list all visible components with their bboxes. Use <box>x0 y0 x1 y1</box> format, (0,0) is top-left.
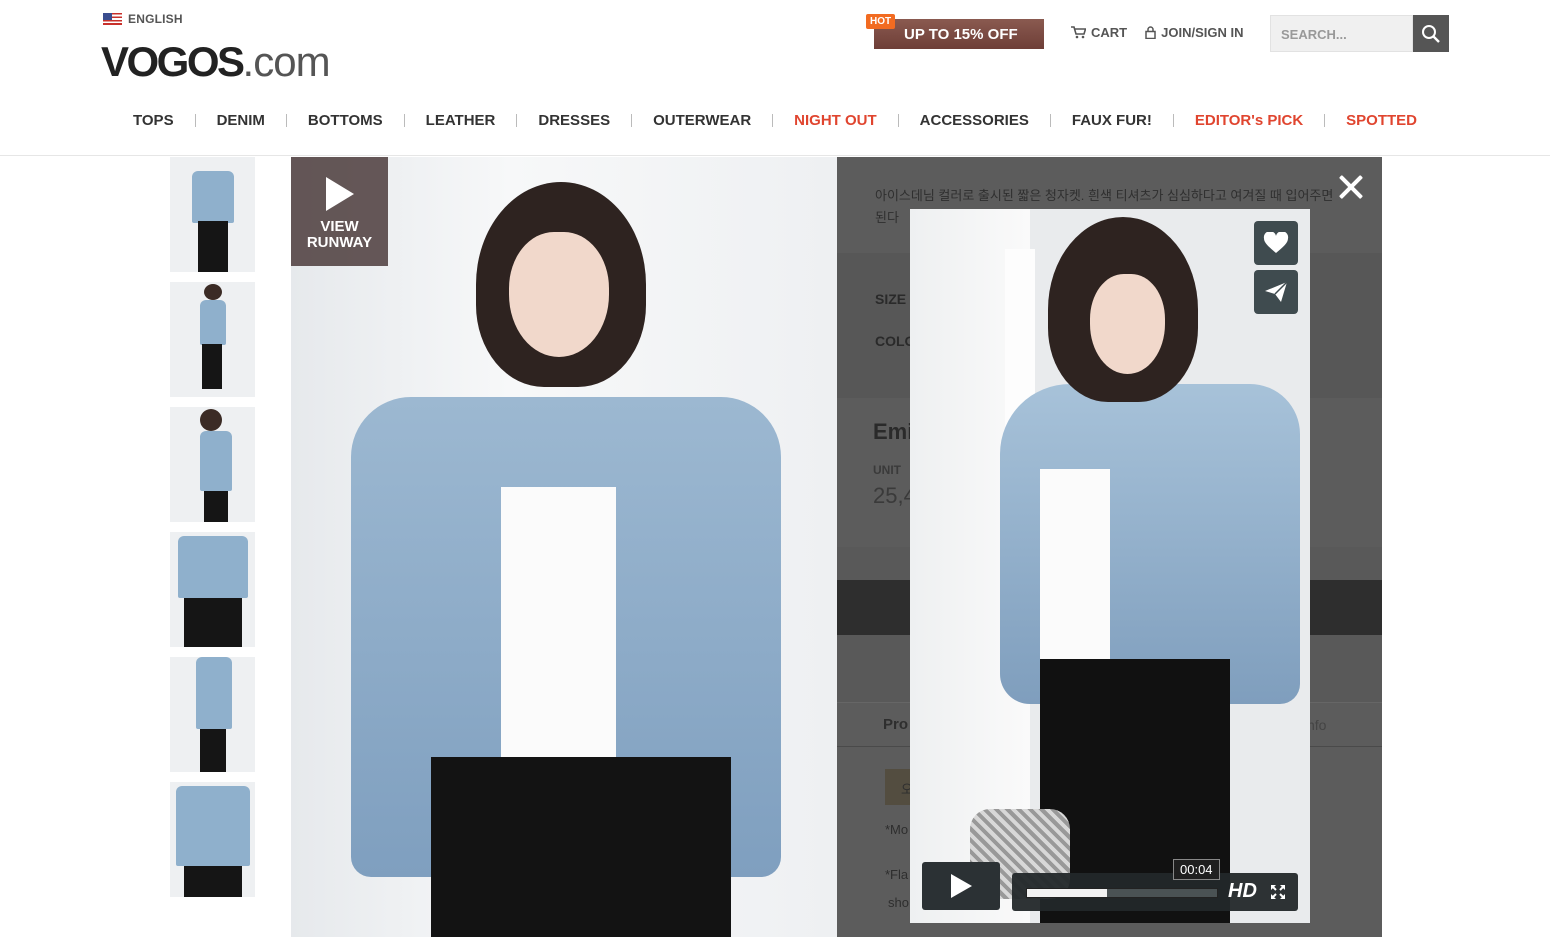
video-model-face <box>1090 274 1165 374</box>
fullscreen-icon[interactable] <box>1270 884 1286 900</box>
note-model: *Mo <box>885 822 909 837</box>
lock-icon <box>1145 26 1156 39</box>
search-button[interactable] <box>1413 15 1449 52</box>
logo-main: VOGOS <box>101 38 245 85</box>
video-model-shirt <box>1040 469 1110 669</box>
main-nav: TOPS DENIM BOTTOMS LEATHER DRESSES OUTER… <box>112 112 1438 129</box>
hot-badge: HOT <box>866 14 896 29</box>
us-flag-icon <box>103 13 122 25</box>
site-logo[interactable]: VOGOS.com <box>101 38 331 86</box>
thumbnail[interactable] <box>170 282 255 397</box>
share-button[interactable] <box>1254 270 1298 314</box>
size-label: SIZE <box>875 291 907 307</box>
promo-banner[interactable]: UP TO 15% OFF HOT <box>866 14 1044 50</box>
play-icon <box>951 874 972 898</box>
cart-link[interactable]: CART <box>1070 25 1127 40</box>
video-play-button[interactable] <box>922 862 1000 910</box>
play-icon <box>325 177 354 211</box>
runway-line2: RUNWAY <box>306 234 373 251</box>
nav-bottoms[interactable]: BOTTOMS <box>287 112 404 129</box>
search-input[interactable]: SEARCH... <box>1270 15 1413 52</box>
like-button[interactable] <box>1254 221 1298 265</box>
nav-editors-pick[interactable]: EDITOR's PICK <box>1174 112 1324 129</box>
model-pants <box>431 757 731 937</box>
nav-denim[interactable]: DENIM <box>196 112 286 129</box>
view-runway-button[interactable]: VIEW RUNWAY <box>291 157 388 266</box>
logo-domain: .com <box>242 38 331 85</box>
main-product-image[interactable] <box>291 157 837 937</box>
nav-faux-fur[interactable]: FAUX FUR! <box>1051 112 1173 129</box>
runway-line1: VIEW <box>320 218 359 235</box>
language-selector[interactable]: ENGLISH <box>103 12 183 26</box>
promo-text: UP TO 15% OFF <box>874 19 1044 49</box>
nav-spotted[interactable]: SPOTTED <box>1325 112 1438 129</box>
video-time: 00:04 <box>1173 859 1220 880</box>
cart-icon <box>1071 26 1086 39</box>
thumbnail[interactable] <box>170 782 255 897</box>
join-signin-link[interactable]: JOIN/SIGN IN <box>1145 25 1243 40</box>
search-bar: SEARCH... <box>1270 15 1449 52</box>
tab-product[interactable]: Pro <box>883 716 908 733</box>
runway-video-player[interactable] <box>910 209 1310 923</box>
heart-icon <box>1263 232 1289 253</box>
close-overlay-button[interactable] <box>1337 173 1365 201</box>
video-controls: 00:04 HD <box>922 859 1298 911</box>
thumbnail[interactable] <box>170 407 255 522</box>
language-label: ENGLISH <box>128 12 183 26</box>
thumbnail[interactable] <box>170 532 255 647</box>
join-label: JOIN/SIGN IN <box>1161 25 1244 40</box>
note-flash: *Fla <box>885 867 909 882</box>
top-links: CART JOIN/SIGN IN <box>1070 25 1243 40</box>
unit-label: UNIT <box>873 463 901 477</box>
video-progress-fill <box>1027 889 1107 897</box>
thumbnail[interactable] <box>170 157 255 272</box>
video-progress-track[interactable] <box>1026 888 1218 898</box>
nav-tops[interactable]: TOPS <box>112 112 195 129</box>
nav-leather[interactable]: LEATHER <box>405 112 517 129</box>
cart-label: CART <box>1091 25 1128 40</box>
search-icon <box>1422 24 1440 43</box>
product-name: Emi <box>873 419 914 444</box>
nav-dresses[interactable]: DRESSES <box>517 112 631 129</box>
hd-toggle[interactable]: HD <box>1228 880 1257 903</box>
site-header: ENGLISH VOGOS.com UP TO 15% OFF HOT CART… <box>0 0 1550 156</box>
model-face <box>509 232 609 357</box>
video-control-bar: 00:04 HD <box>1012 859 1298 911</box>
nav-outerwear[interactable]: OUTERWEAR <box>632 112 772 129</box>
send-icon <box>1265 281 1288 302</box>
thumbnail-list <box>170 157 255 907</box>
nav-night-out[interactable]: NIGHT OUT <box>773 112 898 129</box>
product-page: ENGLISH VOGOS.com UP TO 15% OFF HOT CART… <box>0 0 1550 937</box>
thumbnail[interactable] <box>170 657 255 772</box>
nav-accessories[interactable]: ACCESSORIES <box>899 112 1050 129</box>
note-shot: sho <box>888 895 909 910</box>
